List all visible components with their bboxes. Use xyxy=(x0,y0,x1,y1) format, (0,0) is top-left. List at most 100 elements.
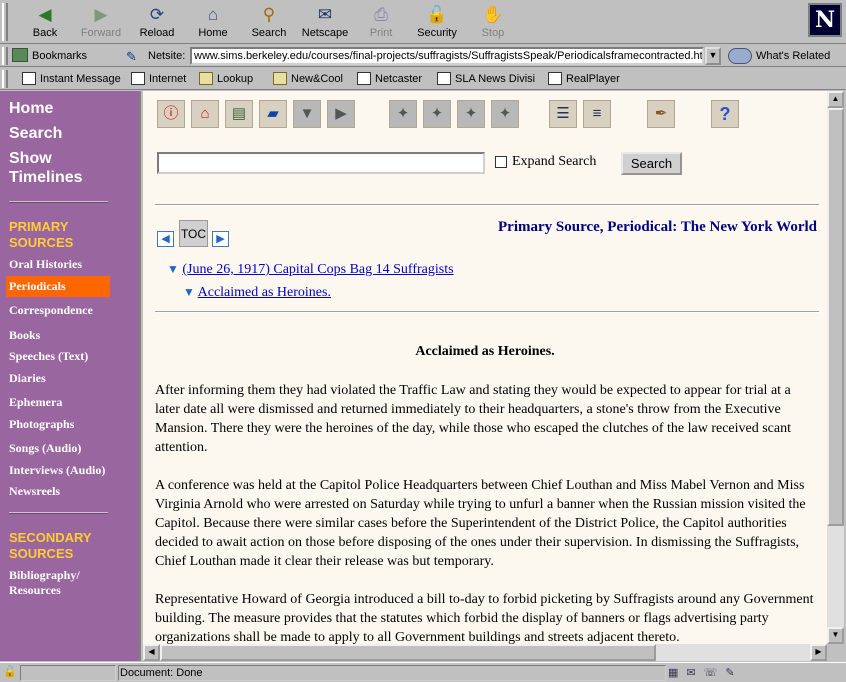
bookmarks-label: Bookmarks xyxy=(32,50,88,62)
search-label: Search xyxy=(251,27,287,39)
tree-item-section-link[interactable]: Acclaimed as Heroines. xyxy=(198,285,331,300)
tree-item-article-link[interactable]: (June 26, 1917) Capital Cops Bag 14 Suff… xyxy=(182,262,453,277)
list-icon[interactable]: ☰ xyxy=(549,100,577,128)
triangle-down-icon: ▼ xyxy=(183,285,195,299)
sidebar-item-periodicals[interactable]: Periodicals xyxy=(6,276,110,297)
location-icon[interactable]: ✎ xyxy=(126,48,142,64)
sidebar-item-photographs[interactable]: Photographs xyxy=(9,417,74,432)
scroll-down-button[interactable]: ▼ xyxy=(827,627,844,644)
horizontal-scroll-thumb[interactable] xyxy=(160,644,656,661)
arrow-down-icon: ▼ xyxy=(831,630,840,639)
netcaster-button[interactable]: Netcaster xyxy=(357,71,422,87)
url-field[interactable]: www.sims.berkeley.edu/courses/final-proj… xyxy=(190,47,704,65)
reload-button[interactable]: ⟳ Reload xyxy=(129,2,185,42)
security-lock-icon: 🔓 xyxy=(426,5,448,24)
collapse-icon[interactable]: ▼ xyxy=(293,100,321,128)
bookmarks-icon xyxy=(12,48,28,62)
search-submit-button[interactable]: Search xyxy=(621,152,682,175)
status-bar: 🔓 Document: Done ▦✉☏✎ xyxy=(0,662,846,682)
toc-button[interactable]: TOC xyxy=(179,220,208,247)
sidebar-divider xyxy=(9,201,108,203)
next-button[interactable]: ▶ xyxy=(212,231,229,247)
netscape-logo[interactable]: N xyxy=(808,3,842,37)
toolbar-grip[interactable] xyxy=(2,3,8,41)
sidebar-item-books[interactable]: Books xyxy=(9,328,40,343)
sidebar-item-diaries[interactable]: Diaries xyxy=(9,371,46,386)
secondary-sources-heading: SOURCES xyxy=(9,546,74,561)
security-status-icon[interactable]: 🔓 xyxy=(2,665,18,680)
tree-item-section[interactable]: ▼ Acclaimed as Heroines. xyxy=(183,285,331,301)
scroll-left-button[interactable]: ◀ xyxy=(143,644,160,661)
expand-search-checkbox[interactable] xyxy=(495,156,507,168)
chevron-down-icon: ▼ xyxy=(708,50,718,60)
expand-icon[interactable]: ▶ xyxy=(327,100,355,128)
new-cool-button[interactable]: New&Cool xyxy=(273,71,343,87)
print-label: Print xyxy=(369,27,393,39)
component-bar[interactable]: ▦✉☏✎ xyxy=(668,665,838,681)
house-icon[interactable]: ⌂ xyxy=(191,100,219,128)
lookup-button[interactable]: Lookup xyxy=(199,71,253,87)
vertical-scrollbar[interactable]: ▲ ▼ xyxy=(827,91,844,644)
previous-button[interactable]: ◀ xyxy=(157,231,174,247)
book-icon[interactable]: ▰ xyxy=(259,100,287,128)
sidebar-item-newsreels[interactable]: Newsreels xyxy=(9,484,60,499)
internet-button[interactable]: Internet xyxy=(131,71,186,87)
security-button[interactable]: 🔓 Security xyxy=(409,2,465,42)
toolbar-grip[interactable] xyxy=(2,47,8,65)
sidebar-item-correspondence[interactable]: Correspondence xyxy=(9,303,93,318)
toolbar-grip[interactable] xyxy=(2,70,8,88)
suffragist-icon[interactable]: ✦ xyxy=(423,100,451,128)
home-button[interactable]: ⌂ Home xyxy=(185,2,241,42)
url-dropdown-button[interactable]: ▼ xyxy=(705,47,721,65)
netscape-button[interactable]: ✉ Netscape xyxy=(297,2,353,42)
horizontal-scrollbar[interactable]: ◀ ▶ xyxy=(143,644,827,661)
composer-icon[interactable]: ✎ xyxy=(725,667,742,679)
arrow-left-icon: ◀ xyxy=(148,647,155,656)
whats-related-button[interactable]: What's Related xyxy=(728,47,830,65)
sidebar-timelines-link[interactable]: Timelines xyxy=(9,168,83,187)
reload-icon: ⟳ xyxy=(149,5,165,24)
books-icon[interactable]: ▤ xyxy=(225,100,253,128)
search-button[interactable]: ⚲ Search xyxy=(241,2,297,42)
help-icon[interactable]: ? xyxy=(711,100,739,128)
realplayer-button[interactable]: RealPlayer xyxy=(548,71,620,87)
bookmarks-button[interactable]: Bookmarks xyxy=(12,47,87,65)
pen-stand-icon[interactable]: ✒ xyxy=(647,100,675,128)
scroll-up-button[interactable]: ▲ xyxy=(827,91,844,108)
sidebar-item-speeches[interactable]: Speeches (Text) xyxy=(9,349,88,364)
whats-related-icon xyxy=(728,48,752,64)
bookmark-icon xyxy=(548,72,562,85)
home-label: Home xyxy=(198,27,228,39)
back-button[interactable]: ◀ Back xyxy=(17,2,73,42)
print-button[interactable]: ⎙ Print xyxy=(353,2,409,42)
navigation-toolbar: ◀ Back ▶ Forward ⟳ Reload ⌂ Home ⚲ Search ✉ Ne… xyxy=(0,0,846,44)
vertical-scroll-thumb[interactable] xyxy=(827,108,844,526)
suffragist-icon[interactable]: ✦ xyxy=(491,100,519,128)
scroll-right-button[interactable]: ▶ xyxy=(810,644,827,661)
sidebar-item-interviews[interactable]: Interviews (Audio) xyxy=(9,463,105,478)
search-input[interactable] xyxy=(157,152,485,174)
sidebar-item-resources[interactable]: Resources xyxy=(9,583,61,598)
sidebar-search-link[interactable]: Search xyxy=(9,124,62,143)
sidebar-show-link[interactable]: Show xyxy=(9,149,52,168)
sidebar-home-link[interactable]: Home xyxy=(9,99,53,118)
info-icon[interactable]: ⓘ xyxy=(157,100,185,128)
sidebar-item-oral-histories[interactable]: Oral Histories xyxy=(9,257,82,272)
tree-item-article[interactable]: ▼ (June 26, 1917) Capital Cops Bag 14 Su… xyxy=(167,262,454,278)
sidebar-item-songs[interactable]: Songs (Audio) xyxy=(9,441,81,456)
bullet-list-icon[interactable]: ≡ xyxy=(583,100,611,128)
forward-button[interactable]: ▶ Forward xyxy=(73,2,129,42)
sidebar-item-bibliography[interactable]: Bibliography/ xyxy=(9,568,80,583)
stop-button[interactable]: ✋ Stop xyxy=(465,2,521,42)
security-label: Security xyxy=(417,27,457,39)
navigator-icon[interactable]: ▦ xyxy=(668,667,686,679)
suffragist-icon[interactable]: ✦ xyxy=(457,100,485,128)
sla-news-button[interactable]: SLA News Divisi xyxy=(437,71,535,87)
forward-label: Forward xyxy=(80,27,122,39)
instant-message-button[interactable]: Instant Message xyxy=(22,71,121,87)
mail-icon[interactable]: ✉ xyxy=(686,667,703,679)
discussion-icon[interactable]: ☏ xyxy=(704,667,726,679)
sidebar-divider xyxy=(9,512,108,514)
suffragist-icon[interactable]: ✦ xyxy=(389,100,417,128)
sidebar-item-ephemera[interactable]: Ephemera xyxy=(9,395,62,410)
